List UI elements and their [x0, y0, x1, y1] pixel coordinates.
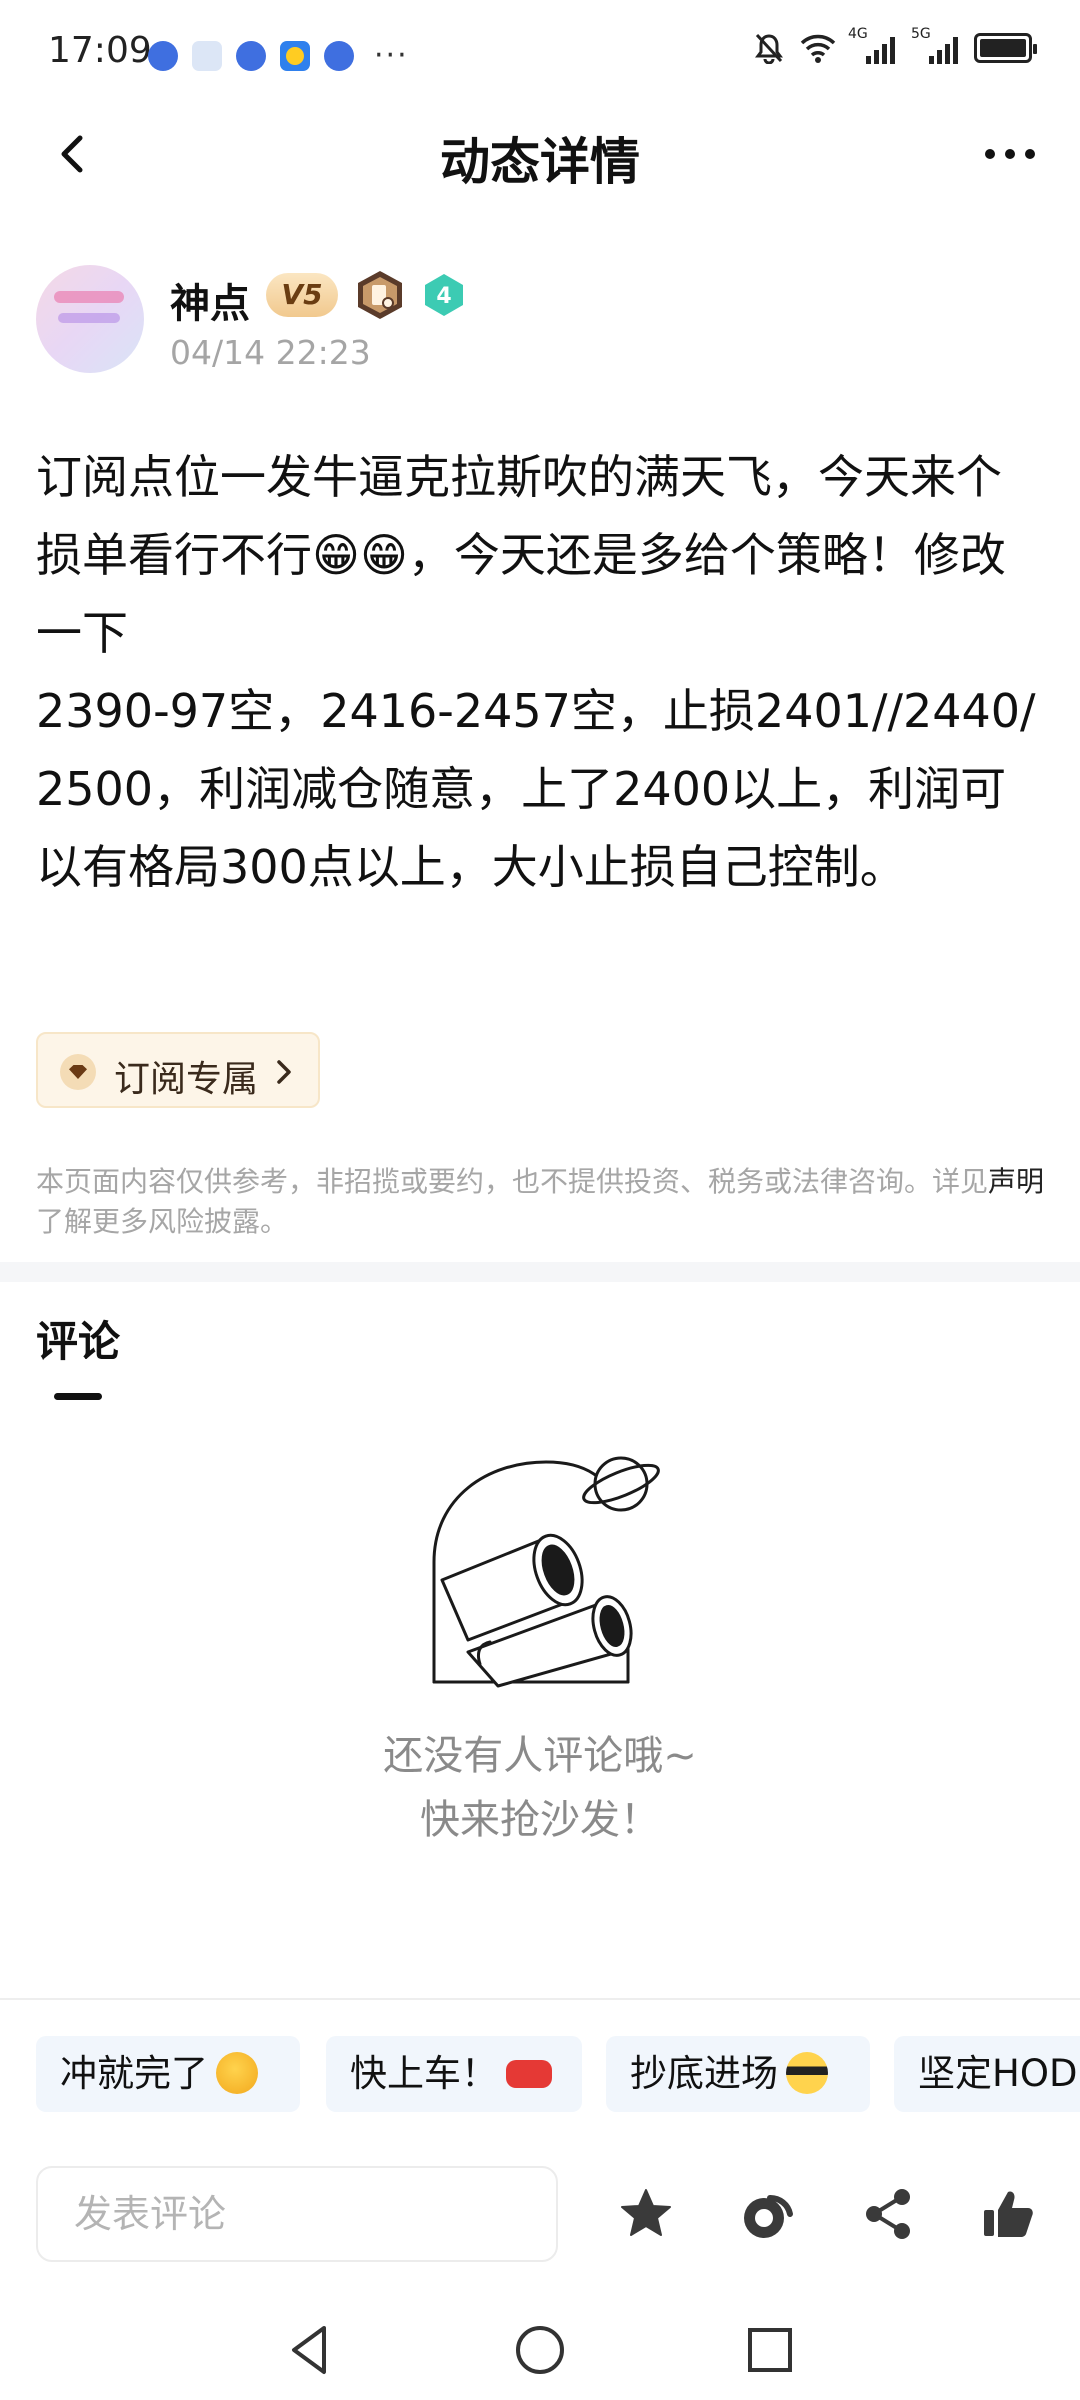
- page-title: 动态详情: [440, 133, 640, 191]
- share-icon[interactable]: [860, 2186, 916, 2242]
- disclaimer-link[interactable]: 声明: [988, 1165, 1044, 1198]
- chip-label: 快上车！: [350, 2052, 498, 2095]
- recents-square-icon[interactable]: [740, 2320, 800, 2380]
- star-icon[interactable]: [618, 2186, 674, 2242]
- car-emoji-icon: [506, 2059, 552, 2088]
- thumb-up-icon[interactable]: [980, 2186, 1036, 2242]
- disclaimer-text: 本页面内容仅供参考，非招揽或要约，也不提供投资、税务或法律咨询。详见声明了解更多…: [36, 1162, 1046, 1242]
- app-notification-icon: [192, 40, 222, 71]
- level-number: 4: [436, 284, 451, 309]
- subscribe-label: 订阅专属: [114, 1059, 259, 1100]
- tab-indicator: [54, 1393, 102, 1400]
- system-nav-bar: [0, 2300, 1080, 2400]
- status-bar: 17:09 ··· 4G 5G: [0, 0, 1080, 104]
- comment-input[interactable]: 发表评论: [36, 2166, 558, 2262]
- wifi-icon: [800, 34, 836, 63]
- avatar[interactable]: [36, 265, 144, 373]
- weather-icon: [280, 40, 310, 71]
- chip-label: 坚定HODL: [918, 2052, 1080, 2095]
- app-notification-icon: [236, 40, 266, 71]
- vip-badge: V5: [266, 273, 338, 317]
- more-button[interactable]: [980, 134, 1040, 174]
- bottom-divider: [0, 1998, 1080, 2000]
- subscribe-exclusive-button[interactable]: 订阅专属: [36, 1032, 320, 1108]
- empty-comments-message: 还没有人评论哦~ 快来抢沙发！: [0, 1724, 1080, 1852]
- quick-reply-chip[interactable]: 快上车！: [326, 2036, 582, 2112]
- notification-icons: ···: [148, 38, 409, 73]
- top-app-bar: 动态详情: [0, 104, 1080, 204]
- app-notification-icon: [148, 40, 178, 71]
- quick-reply-row: 冲就完了 快上车！ 抄底进场 坚定HODL: [36, 2036, 1080, 2116]
- level-badge: 4: [425, 274, 463, 316]
- app-notification-icon: [324, 40, 354, 71]
- more-notifications-icon: ···: [374, 38, 409, 73]
- signal-4g-icon: 4G: [848, 26, 895, 64]
- chip-label: 抄底进场: [630, 2052, 778, 2095]
- status-time: 17:09: [48, 30, 152, 71]
- author-info: 神点 V5 4 04/14 22:23: [36, 265, 1036, 375]
- quick-reply-chip[interactable]: 抄底进场: [606, 2036, 870, 2112]
- chevron-right-icon: [277, 1060, 291, 1084]
- fist-emoji-icon: [216, 2051, 258, 2094]
- empty-line-2: 快来抢沙发！: [420, 1797, 660, 1843]
- telescope-icon: [432, 1456, 660, 1688]
- post-timestamp: 04/14 22:23: [170, 333, 371, 372]
- sunglasses-emoji-icon: [786, 2051, 828, 2094]
- empty-line-1: 还没有人评论哦~: [383, 1733, 697, 1779]
- back-triangle-icon[interactable]: [280, 2320, 340, 2380]
- tab-comments[interactable]: 评论: [36, 1308, 120, 1369]
- battery-icon: [974, 33, 1037, 63]
- signal-5g-icon: 5G: [911, 26, 958, 64]
- mute-bell-icon: [755, 33, 783, 64]
- quick-reply-chip[interactable]: 冲就完了: [36, 2036, 300, 2112]
- home-circle-icon[interactable]: [510, 2320, 570, 2380]
- disclaimer-suffix: 了解更多风险披露。: [36, 1205, 289, 1238]
- medal-icon: [358, 271, 402, 319]
- author-name[interactable]: 神点: [170, 271, 250, 329]
- system-icons: 4G 5G: [754, 26, 1037, 64]
- quick-reply-chip[interactable]: 坚定HODL: [894, 2036, 1080, 2112]
- diamond-icon: [60, 1054, 96, 1090]
- chip-label: 冲就完了: [60, 2052, 208, 2095]
- tip-icon[interactable]: [740, 2186, 796, 2242]
- disclaimer-prefix: 本页面内容仅供参考，非招揽或要约，也不提供投资、税务或法律咨询。详见: [36, 1165, 989, 1198]
- post-content: 订阅点位一发牛逼克拉斯吹的满天飞，今天来个损单看行不行😁😁，今天还是多给个策略！…: [36, 450, 1036, 894]
- section-divider: [0, 1262, 1080, 1282]
